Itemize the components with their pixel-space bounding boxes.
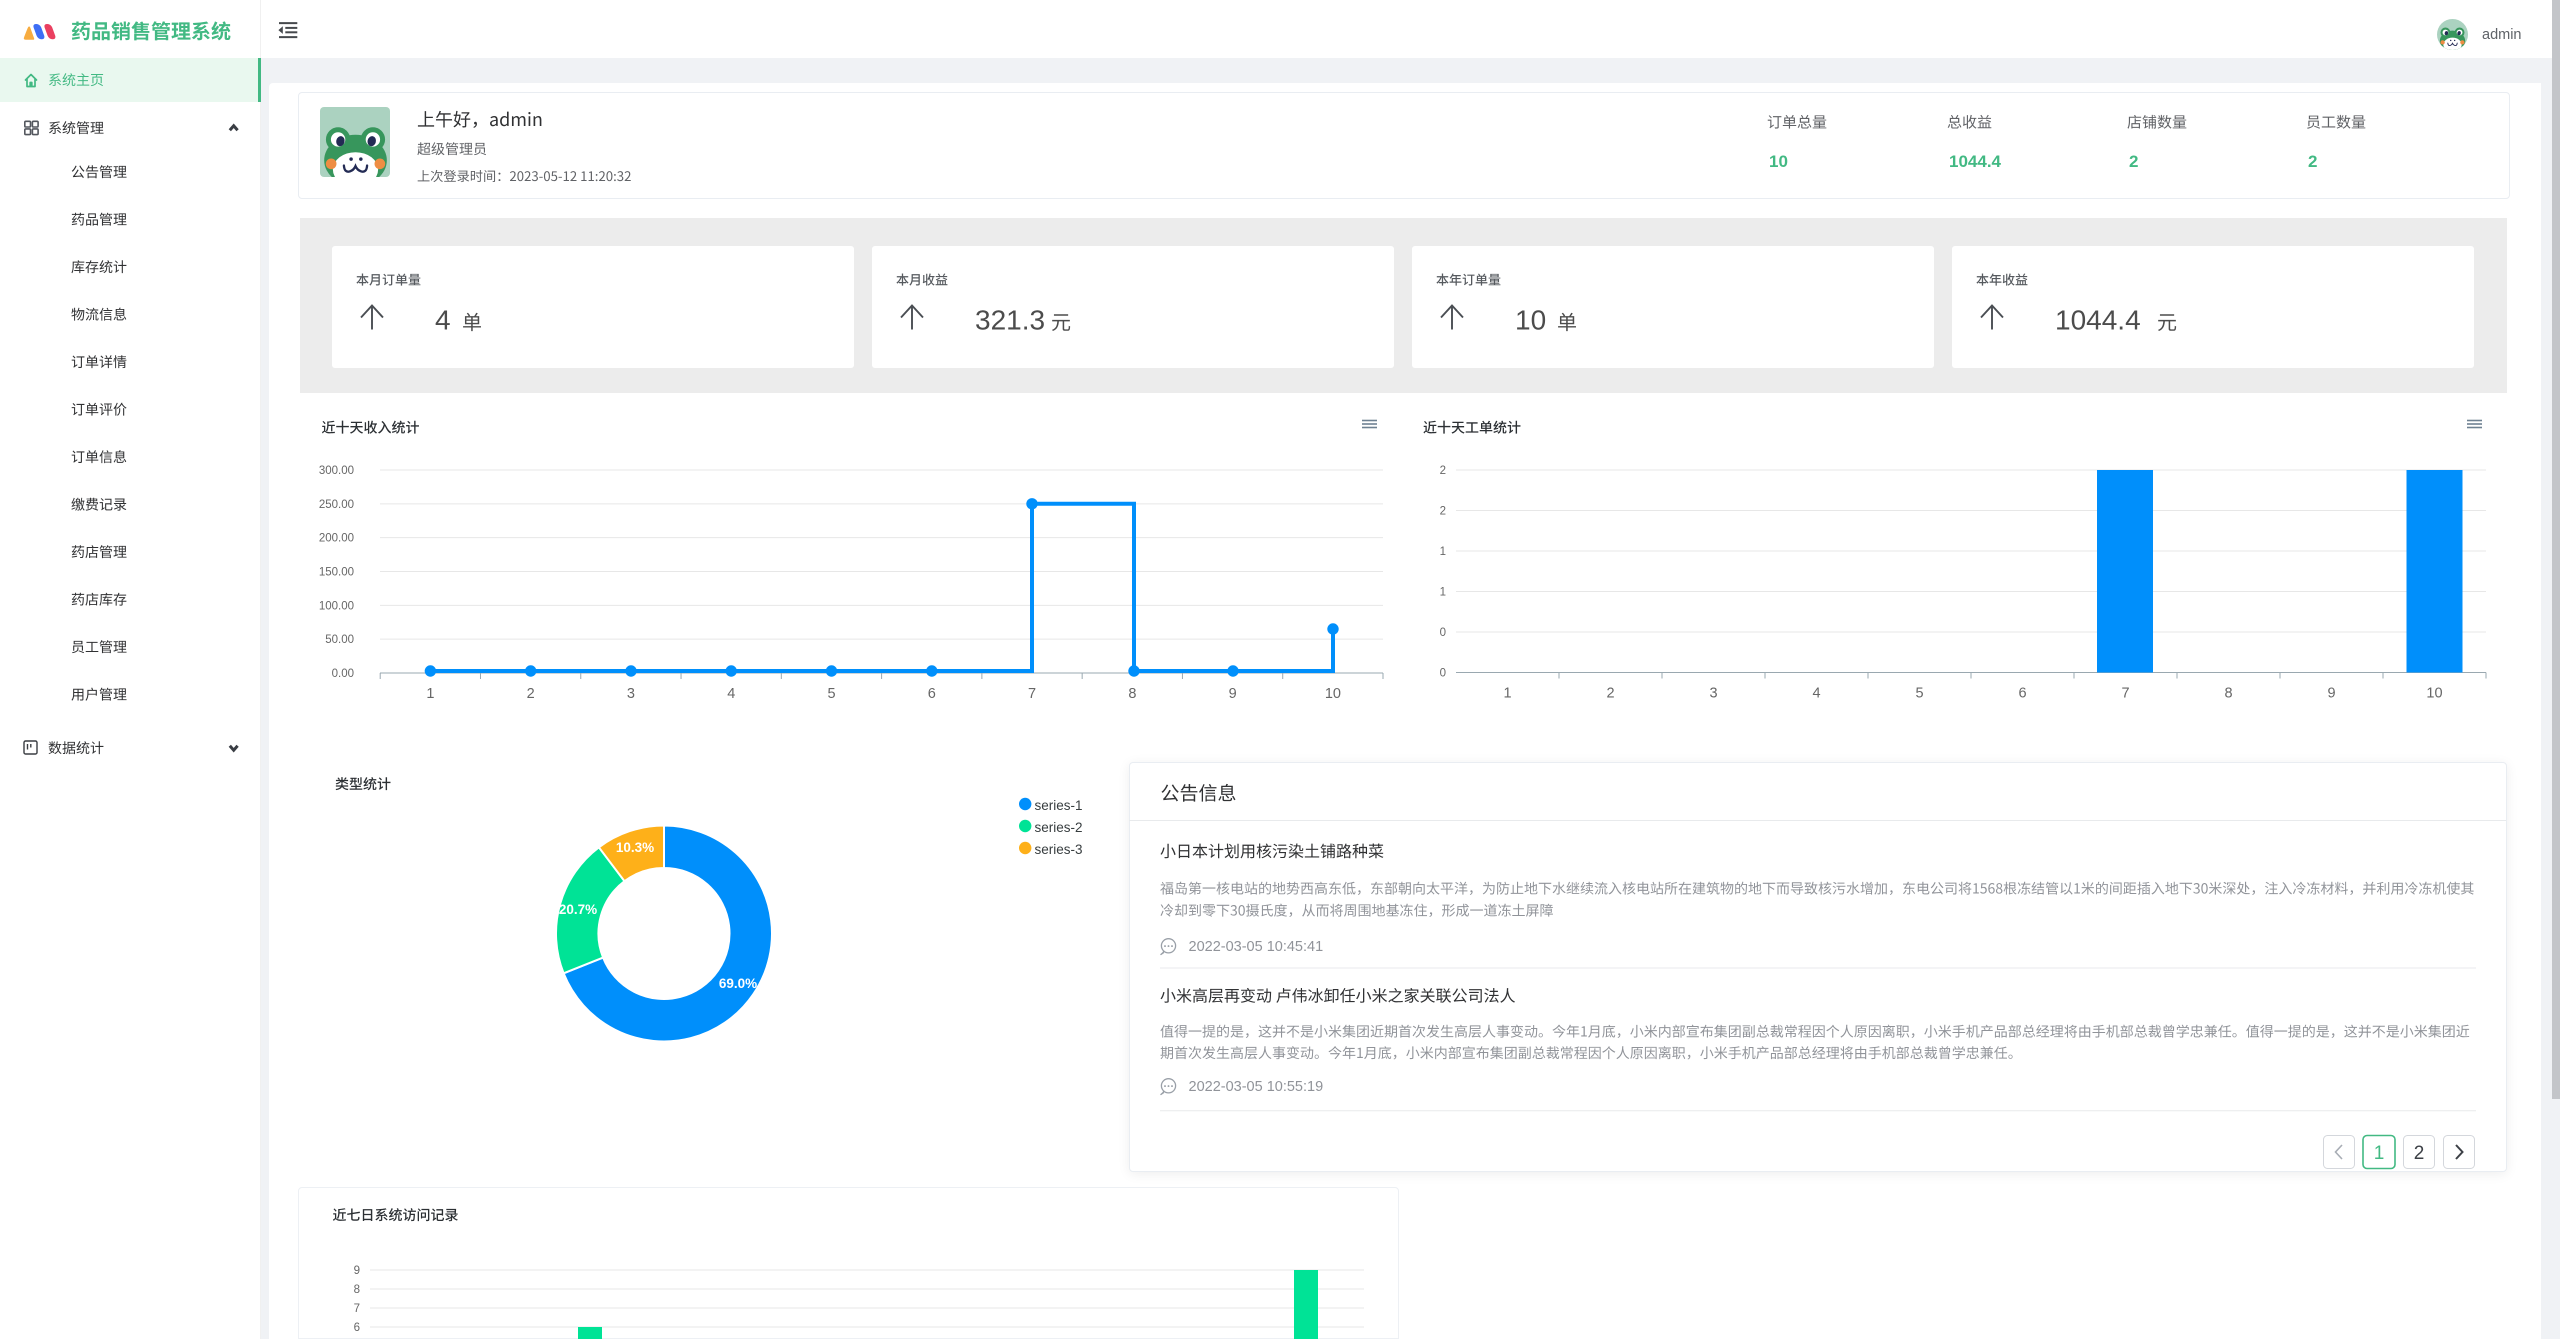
svg-text:3: 3 [1709,686,1717,702]
svg-text:1: 1 [2374,1143,2385,1164]
svg-text:2022-03-05 10:55:19: 2022-03-05 10:55:19 [1189,1079,1324,1095]
svg-text:2: 2 [1440,465,1446,477]
svg-text:admin: admin [2482,27,2522,43]
svg-text:100.00: 100.00 [319,600,354,612]
svg-text:10: 10 [2426,686,2442,702]
svg-text:7: 7 [1028,686,1036,702]
svg-text:6: 6 [2018,686,2026,702]
svg-text:3: 3 [627,686,635,702]
svg-text:69.0%: 69.0% [719,976,757,991]
svg-text:150.00: 150.00 [319,566,354,578]
svg-text:9: 9 [2327,686,2335,702]
svg-text:10: 10 [1515,305,1546,336]
svg-text:8: 8 [2224,686,2232,702]
svg-text:2022-03-05 10:45:41: 2022-03-05 10:45:41 [1189,939,1324,955]
svg-text:1: 1 [426,686,434,702]
svg-text:series-3: series-3 [1035,842,1083,857]
svg-text:200.00: 200.00 [319,533,354,545]
svg-text:5: 5 [827,686,835,702]
svg-text:250.00: 250.00 [319,499,354,511]
svg-text:0.00: 0.00 [332,668,354,680]
svg-text:6: 6 [354,1322,360,1334]
svg-text:7: 7 [354,1303,360,1315]
svg-text:321.3: 321.3 [975,305,1045,336]
svg-text:4: 4 [727,686,735,702]
svg-text:5: 5 [1915,686,1923,702]
svg-text:1044.4: 1044.4 [1949,152,2002,171]
svg-text:10.3%: 10.3% [616,840,654,855]
svg-text:20.7%: 20.7% [559,902,597,917]
svg-text:1: 1 [1440,546,1446,558]
svg-text:6: 6 [928,686,936,702]
svg-text:10: 10 [1769,152,1788,171]
svg-text:2: 2 [2308,152,2317,171]
svg-text:2: 2 [1440,506,1446,518]
svg-text:9: 9 [354,1265,360,1277]
svg-text:8: 8 [354,1284,360,1296]
svg-text:2: 2 [2129,152,2138,171]
svg-text:2: 2 [2414,1143,2425,1164]
svg-text:4: 4 [1812,686,1820,702]
svg-text:4: 4 [435,305,451,336]
svg-text:1044.4: 1044.4 [2055,305,2141,336]
svg-text:8: 8 [1128,686,1136,702]
svg-text:series-2: series-2 [1035,820,1083,835]
svg-text:2: 2 [527,686,535,702]
svg-text:2: 2 [1606,686,1614,702]
svg-text:0: 0 [1440,627,1446,639]
svg-text:9: 9 [1229,686,1237,702]
svg-text:series-1: series-1 [1035,798,1083,813]
svg-text:300.00: 300.00 [319,465,354,477]
svg-text:1: 1 [1503,686,1511,702]
svg-text:0: 0 [1440,668,1446,680]
svg-text:1: 1 [1440,587,1446,599]
svg-text:50.00: 50.00 [325,634,354,646]
svg-text:10: 10 [1325,686,1341,702]
svg-text:7: 7 [2121,686,2129,702]
